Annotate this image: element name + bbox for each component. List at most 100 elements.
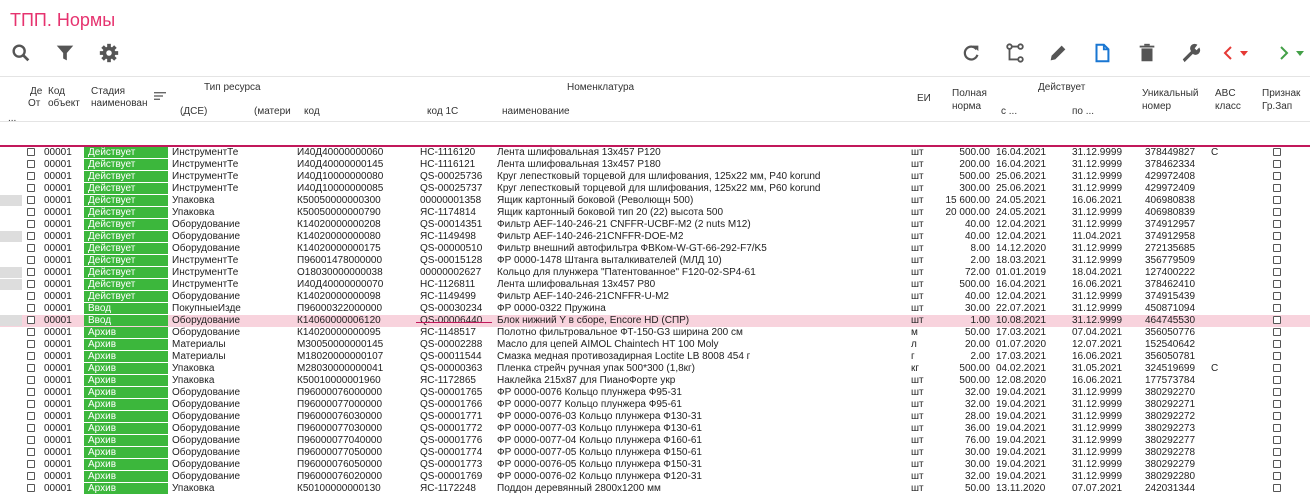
table-row[interactable]: 00001 Действует Оборудование К1402000000008… bbox=[0, 231, 1310, 243]
table-row[interactable]: 00001 Действует ИнструментТе И40Д1000000008… bbox=[0, 171, 1310, 183]
table-row[interactable]: 00001 Действует ИнструментТе П9600147800000… bbox=[0, 255, 1310, 267]
table-row[interactable]: 00001 Архив Оборудование П96000077050000 QS-… bbox=[0, 447, 1310, 459]
grzap-checkbox[interactable] bbox=[1273, 244, 1281, 252]
table-row[interactable]: 00001 Архив Оборудование П96000076020000 QS-… bbox=[0, 471, 1310, 483]
edit-icon[interactable] bbox=[1047, 42, 1069, 64]
col-full[interactable]: Полная bbox=[952, 88, 987, 100]
grzap-checkbox[interactable] bbox=[1273, 352, 1281, 360]
table-row[interactable]: 00001 Архив Оборудование П96000077030000 QS-… bbox=[0, 423, 1310, 435]
table-row[interactable]: 00001 Архив Оборудование П96000076050000 QS-… bbox=[0, 459, 1310, 471]
row-checkbox[interactable] bbox=[27, 244, 35, 252]
row-checkbox[interactable] bbox=[27, 364, 35, 372]
col-naim[interactable]: наименование bbox=[502, 106, 570, 118]
table-row[interactable]: 00001 Действует ИнструментТе И40Д4000000006… bbox=[0, 147, 1310, 159]
wrench-icon[interactable] bbox=[1180, 42, 1202, 64]
grzap-checkbox[interactable] bbox=[1273, 304, 1281, 312]
grzap-checkbox[interactable] bbox=[1273, 448, 1281, 456]
row-checkbox[interactable] bbox=[27, 172, 35, 180]
filter-icon[interactable] bbox=[54, 42, 76, 64]
col-uniq[interactable]: Уникальный bbox=[1142, 88, 1199, 100]
col-ei[interactable]: ЕИ bbox=[917, 93, 931, 105]
col-grzap[interactable]: Гр.Зап bbox=[1262, 101, 1292, 113]
row-checkbox[interactable] bbox=[27, 328, 35, 336]
grzap-checkbox[interactable] bbox=[1273, 400, 1281, 408]
grzap-checkbox[interactable] bbox=[1273, 184, 1281, 192]
row-checkbox[interactable] bbox=[27, 208, 35, 216]
col-stage[interactable]: Стадия bbox=[91, 86, 125, 98]
nav-left-icon[interactable] bbox=[1222, 42, 1252, 64]
table-row[interactable]: 00001 Действует Оборудование К1402000000009… bbox=[0, 291, 1310, 303]
grzap-checkbox[interactable] bbox=[1273, 472, 1281, 480]
row-menu-dots[interactable]: ... bbox=[8, 113, 16, 125]
table-row[interactable]: 00001 Действует Оборудование К1402000000020… bbox=[0, 219, 1310, 231]
row-checkbox[interactable] bbox=[27, 376, 35, 384]
row-checkbox[interactable] bbox=[27, 148, 35, 156]
row-checkbox[interactable] bbox=[27, 340, 35, 348]
col-to[interactable]: по ... bbox=[1072, 106, 1094, 118]
table-row[interactable]: 00001 Ввод ПокупныеИзде П96000322000000 QS-0… bbox=[0, 303, 1310, 315]
grzap-checkbox[interactable] bbox=[1273, 436, 1281, 444]
row-checkbox[interactable] bbox=[27, 352, 35, 360]
row-checkbox[interactable] bbox=[27, 460, 35, 468]
col-materi[interactable]: (матери bbox=[254, 106, 291, 118]
row-checkbox[interactable] bbox=[27, 304, 35, 312]
table-row[interactable]: 00001 Архив Оборудование П96000076000000 QS-… bbox=[0, 387, 1310, 399]
grzap-checkbox[interactable] bbox=[1273, 280, 1281, 288]
row-checkbox[interactable] bbox=[27, 400, 35, 408]
grzap-checkbox[interactable] bbox=[1273, 196, 1281, 204]
table-row[interactable]: 00001 Архив Упаковка К50010000001960 ЯС-1172… bbox=[0, 375, 1310, 387]
col-code[interactable]: Код bbox=[48, 86, 65, 98]
table-row[interactable]: 00001 Архив Материалы М30050000000145 QS-000… bbox=[0, 339, 1310, 351]
row-checkbox[interactable] bbox=[27, 412, 35, 420]
table-row[interactable]: 00001 Архив Оборудование П96000076030000 QS-… bbox=[0, 411, 1310, 423]
grzap-checkbox[interactable] bbox=[1273, 340, 1281, 348]
grzap-checkbox[interactable] bbox=[1273, 328, 1281, 336]
table-row[interactable]: 00001 Действует Оборудование К1402000000017… bbox=[0, 243, 1310, 255]
grzap-checkbox[interactable] bbox=[1273, 172, 1281, 180]
col-norma[interactable]: норма bbox=[952, 101, 981, 113]
row-checkbox[interactable] bbox=[27, 424, 35, 432]
table-row[interactable]: 00001 Действует ИнструментТе И40Д1000000008… bbox=[0, 183, 1310, 195]
refresh-icon[interactable] bbox=[960, 42, 982, 64]
nav-right-icon[interactable] bbox=[1278, 42, 1308, 64]
col-priz[interactable]: Признак bbox=[1262, 88, 1300, 100]
row-checkbox[interactable] bbox=[27, 292, 35, 300]
table-row[interactable]: 00001 Действует ИнструментТе И40Д4000000014… bbox=[0, 159, 1310, 171]
table-row[interactable]: 00001 Действует ИнструментТе И40Д4000000007… bbox=[0, 279, 1310, 291]
grzap-checkbox[interactable] bbox=[1273, 388, 1281, 396]
col-from[interactable]: с ... bbox=[1001, 106, 1017, 118]
grzap-checkbox[interactable] bbox=[1273, 316, 1281, 324]
row-checkbox[interactable] bbox=[27, 436, 35, 444]
table-row[interactable]: 00001 Архив Упаковка К50100000000130 ЯС-1172… bbox=[0, 483, 1310, 495]
table-row[interactable]: 00001 Ввод Оборудование К14060000006120 QS-0… bbox=[0, 315, 1310, 327]
gear-icon[interactable] bbox=[98, 42, 120, 64]
table-row[interactable]: 00001 Архив Материалы М18020000000107 QS-000… bbox=[0, 351, 1310, 363]
grzap-checkbox[interactable] bbox=[1273, 424, 1281, 432]
col-num[interactable]: номер bbox=[1142, 101, 1171, 113]
table-row[interactable]: 00001 Действует ИнструментТе О1803000000003… bbox=[0, 267, 1310, 279]
grzap-checkbox[interactable] bbox=[1273, 412, 1281, 420]
grzap-checkbox[interactable] bbox=[1273, 292, 1281, 300]
search-icon[interactable] bbox=[10, 42, 32, 64]
row-checkbox[interactable] bbox=[27, 388, 35, 396]
row-checkbox[interactable] bbox=[27, 316, 35, 324]
row-checkbox[interactable] bbox=[27, 280, 35, 288]
row-checkbox[interactable] bbox=[27, 268, 35, 276]
col-object[interactable]: объект bbox=[48, 98, 80, 110]
table-row[interactable]: 00001 Архив Оборудование П96000077000000 QS-… bbox=[0, 399, 1310, 411]
row-checkbox[interactable] bbox=[27, 220, 35, 228]
document-icon[interactable] bbox=[1091, 42, 1113, 64]
table-row[interactable]: 00001 Архив Оборудование К14020000000095 ЯС-… bbox=[0, 327, 1310, 339]
col-de[interactable]: Де bbox=[30, 86, 42, 98]
col-abc[interactable]: ABC bbox=[1215, 88, 1236, 100]
grzap-checkbox[interactable] bbox=[1273, 268, 1281, 276]
col-kod1c[interactable]: код 1С bbox=[427, 106, 458, 118]
grzap-checkbox[interactable] bbox=[1273, 364, 1281, 372]
col-ot[interactable]: От bbox=[28, 98, 40, 110]
grzap-checkbox[interactable] bbox=[1273, 160, 1281, 168]
grzap-checkbox[interactable] bbox=[1273, 460, 1281, 468]
table-row[interactable]: 00001 Архив Упаковка М28030000000041 QS-0000… bbox=[0, 363, 1310, 375]
tree-icon[interactable] bbox=[1004, 42, 1026, 64]
col-klass[interactable]: класс bbox=[1215, 101, 1241, 113]
grzap-checkbox[interactable] bbox=[1273, 220, 1281, 228]
